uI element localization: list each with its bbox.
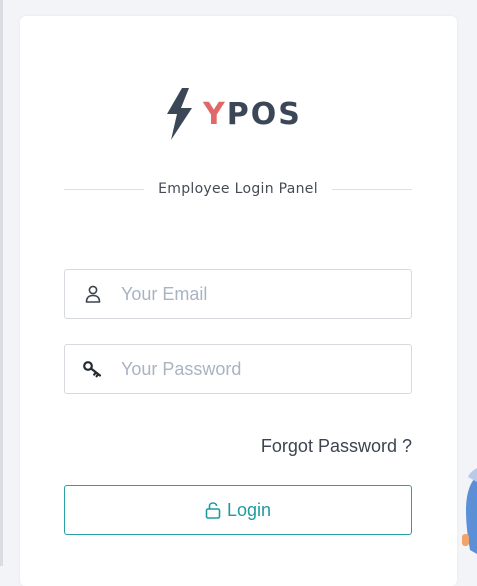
brand-name-accent: Y [203, 96, 227, 132]
login-card: YPOS Employee Login Panel Forgot Passwor… [20, 16, 457, 586]
panel-title-row: Employee Login Panel [64, 176, 412, 202]
password-input[interactable] [121, 358, 391, 380]
key-icon [71, 360, 115, 378]
password-field[interactable] [64, 344, 412, 394]
divider-left [64, 188, 145, 190]
window-edge [0, 0, 3, 566]
login-label: Login [226, 499, 272, 520]
lightning-bolt-icon [167, 88, 192, 140]
email-input[interactable] [121, 283, 391, 305]
decorative-illustration [462, 468, 477, 554]
email-field[interactable] [64, 269, 412, 319]
brand-name-rest: POS [226, 96, 302, 132]
brand-name: Y POS [203, 97, 302, 132]
login-button[interactable]: Login [64, 485, 412, 535]
brand-logo: Y POS [165, 88, 302, 140]
user-icon [71, 285, 115, 303]
divider-right [331, 188, 412, 190]
unlock-icon [205, 501, 221, 519]
forgot-password-link[interactable]: Forgot Password ? [261, 436, 412, 457]
panel-title: Employee Login Panel [158, 181, 318, 197]
